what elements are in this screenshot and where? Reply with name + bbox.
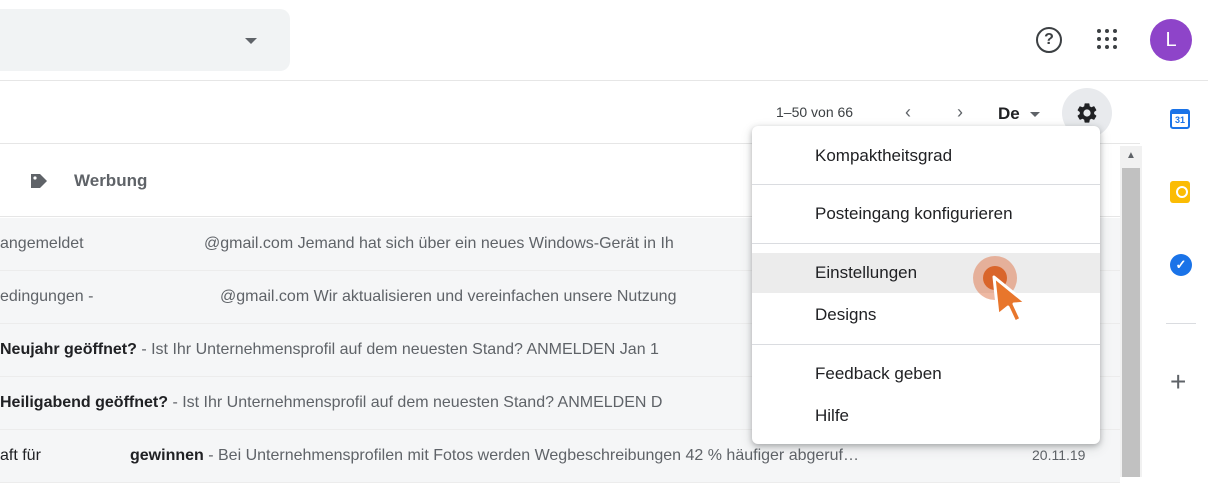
divider: [1166, 323, 1196, 324]
sender: aft für: [0, 447, 41, 464]
chevron-down-icon[interactable]: [1030, 112, 1040, 117]
calendar-icon[interactable]: 31: [1170, 109, 1190, 129]
menu-item-label: Feedback geben: [815, 364, 942, 383]
snippet: - Ist Ihr Unternehmensprofil auf dem neu…: [168, 394, 663, 411]
help-icon[interactable]: ?: [1036, 27, 1062, 53]
keep-icon[interactable]: [1170, 181, 1190, 203]
divider: [752, 344, 1100, 345]
avatar[interactable]: L: [1150, 19, 1192, 61]
snippet: - Ist Ihr Unternehmensprofil auf dem neu…: [136, 341, 659, 358]
menu-item-configure-inbox[interactable]: Posteingang konfigurieren: [752, 194, 1100, 234]
add-addon-button[interactable]: +: [1170, 368, 1186, 396]
category-label: Werbung: [74, 171, 148, 190]
date: 20.11.19: [1032, 447, 1086, 463]
next-page-button[interactable]: ›: [950, 101, 970, 123]
search-options-caret-icon[interactable]: [245, 38, 257, 44]
menu-item-settings[interactable]: Einstellungen: [752, 253, 1100, 293]
search-bar[interactable]: [0, 9, 290, 71]
snippet: - Bei Unternehmensprofilen mit Fotos wer…: [203, 447, 859, 464]
scrollbar-thumb[interactable]: [1122, 168, 1140, 477]
subject: Neujahr geöffnet?: [0, 341, 137, 358]
apps-grid-icon[interactable]: [1097, 29, 1117, 49]
side-panel: 31 ✓ +: [1140, 81, 1208, 477]
cursor-arrow-icon: [992, 275, 1028, 324]
menu-item-feedback[interactable]: Feedback geben: [752, 354, 1100, 394]
menu-item-label: Hilfe: [815, 406, 850, 425]
scroll-up-arrow-icon[interactable]: ▲: [1126, 150, 1136, 161]
menu-item-label: Einstellungen: [815, 263, 918, 282]
tag-icon: [31, 174, 47, 188]
menu-item-density[interactable]: Kompaktheitsgrad: [752, 136, 1100, 176]
input-language-button[interactable]: De: [998, 104, 1020, 124]
previous-page-button[interactable]: ‹: [898, 101, 918, 123]
subject: gewinnen: [130, 447, 204, 464]
pagination-text: 1–50 von 66: [776, 104, 854, 120]
top-bar: ? L: [0, 0, 1208, 81]
tasks-icon[interactable]: ✓: [1170, 254, 1192, 276]
sender: angemeldet: [0, 235, 84, 252]
menu-item-label: Designs: [815, 305, 877, 324]
sender: edingungen -: [0, 288, 94, 305]
divider: [752, 243, 1100, 244]
menu-item-help[interactable]: Hilfe: [752, 396, 1100, 436]
subject: Heiligabend geöffnet?: [0, 394, 168, 411]
settings-menu: Kompaktheitsgrad Posteingang konfigurier…: [752, 126, 1100, 444]
snippet: @gmail.com Jemand hat sich über ein neue…: [204, 235, 674, 252]
menu-item-label: Posteingang konfigurieren: [815, 204, 1013, 223]
gear-icon: [1077, 103, 1097, 123]
divider: [752, 184, 1100, 185]
menu-item-themes[interactable]: Designs: [752, 295, 1100, 335]
menu-item-label: Kompaktheitsgrad: [815, 146, 953, 165]
snippet: @gmail.com Wir aktualisieren und vereinf…: [220, 288, 677, 305]
